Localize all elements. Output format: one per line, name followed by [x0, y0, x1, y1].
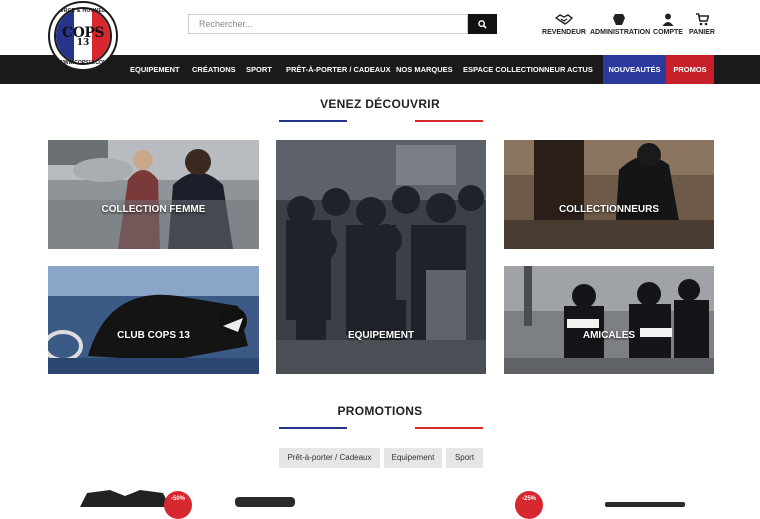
discount-badge: -50%: [164, 491, 192, 519]
promotions-title: PROMOTIONS: [337, 404, 423, 418]
title-underline-red: [415, 120, 483, 122]
nav-pret-a-porter[interactable]: PRÊT-À-PORTER / CADEAUX: [286, 55, 391, 84]
tile-club-cops13-label: CLUB COPS 13: [117, 330, 190, 341]
nav-actus[interactable]: ACTUS: [567, 55, 593, 84]
revendeur-label: REVENDEUR: [542, 29, 586, 36]
title-underline-blue: [279, 120, 347, 122]
nav-equipement[interactable]: EQUIPEMENT: [130, 55, 180, 84]
compte-label: COMPTE: [653, 29, 683, 36]
tile-amicales-label: AMICALES: [582, 330, 636, 341]
administration-label: ADMINISTRATION: [590, 29, 651, 36]
filter-equipement[interactable]: Equipement: [384, 448, 442, 468]
product-image-vest[interactable]: [75, 488, 175, 507]
nav-creations[interactable]: CRÉATIONS: [192, 55, 236, 84]
revendeur-link[interactable]: REVENDEUR: [542, 13, 586, 36]
search-icon: [478, 19, 487, 29]
logo-top-text: FORCE & HONNEUR: [56, 8, 110, 14]
logo-number: 13: [76, 38, 90, 48]
collectionneurs-photo: [504, 140, 714, 249]
handshake-icon: [555, 14, 573, 25]
tile-collection-femme-label: COLLECTION FEMME: [101, 204, 206, 215]
amicales-photo: [504, 266, 714, 374]
discount-badge: -25%: [515, 491, 543, 519]
nav-espace-collectionneur[interactable]: ESPACE COLLECTIONNEUR: [463, 55, 565, 84]
tile-collectionneurs[interactable]: COLLECTIONNEURS: [504, 140, 714, 249]
cart-icon: [695, 13, 709, 26]
tile-collectionneurs-label: COLLECTIONNEURS: [559, 204, 659, 215]
search-button[interactable]: [468, 14, 497, 34]
nav-promos[interactable]: PROMOS: [666, 55, 714, 84]
nav-nouveautes[interactable]: NOUVEAUTÉS: [603, 55, 666, 84]
nav-nos-marques[interactable]: NOS MARQUES: [396, 55, 453, 84]
nav-sport[interactable]: SPORT: [246, 55, 272, 84]
club-cops13-photo: [48, 266, 259, 374]
admin-icon: [613, 14, 625, 25]
tile-equipement-label: EQUIPEMENT: [347, 330, 415, 341]
tile-collection-femme[interactable]: COLLECTION FEMME: [48, 140, 259, 249]
promo-underline-blue: [279, 427, 347, 429]
discover-title: VENEZ DÉCOUVRIR: [320, 97, 440, 111]
tile-amicales[interactable]: AMICALES: [504, 266, 714, 374]
tile-club-cops13[interactable]: CLUB COPS 13: [48, 266, 259, 374]
collection-femme-photo: [48, 140, 259, 249]
cops13-logo[interactable]: FORCE & HONNEUR COPS 13 WWW.COPS13.COM: [48, 1, 118, 71]
promo-underline-red: [415, 427, 483, 429]
product-image-item[interactable]: [230, 494, 300, 507]
tile-equipement[interactable]: EQUIPEMENT: [276, 140, 486, 374]
compte-link[interactable]: COMPTE: [653, 13, 683, 36]
filter-pret-a-porter[interactable]: Prêt-à-porter / Cadeaux: [279, 448, 380, 468]
search-input[interactable]: Rechercher...: [188, 14, 468, 34]
filter-sport[interactable]: Sport: [446, 448, 483, 468]
panier-label: PANIER: [689, 29, 715, 36]
administration-link[interactable]: ADMINISTRATION: [590, 13, 651, 36]
logo-bottom-text: WWW.COPS13.COM: [58, 60, 108, 66]
panier-link[interactable]: PANIER: [688, 13, 716, 36]
user-icon: [662, 13, 674, 26]
product-image-case[interactable]: [600, 500, 690, 507]
